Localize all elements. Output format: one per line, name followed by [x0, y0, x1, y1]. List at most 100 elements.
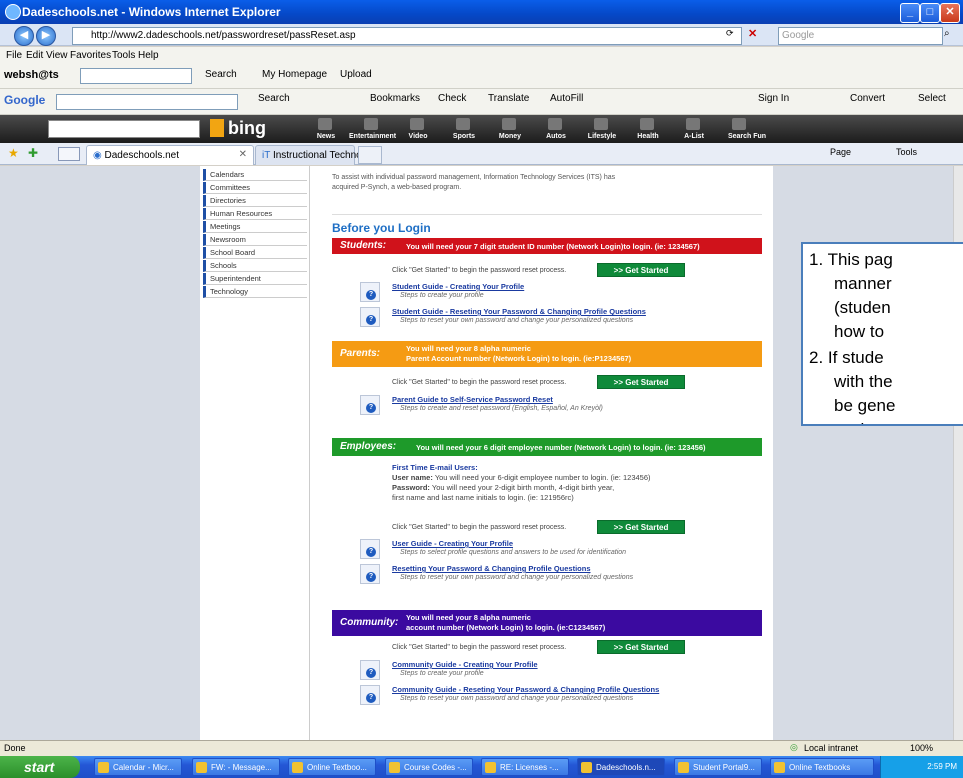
- bing-video[interactable]: Video: [395, 115, 441, 143]
- refresh-icon[interactable]: ⟳: [726, 28, 734, 39]
- menu-tools[interactable]: Tools: [112, 50, 135, 61]
- guide-document-icon: ?: [360, 685, 380, 705]
- nav-technology[interactable]: Technology: [203, 286, 307, 298]
- community-guide-reset-password-desc: Steps to reset your own password and cha…: [400, 695, 634, 702]
- bing-news[interactable]: News: [303, 115, 349, 143]
- first-time-email-heading: First Time E-mail Users:: [392, 463, 478, 472]
- task-fw-message[interactable]: FW: - Message...: [192, 758, 280, 776]
- menu-help[interactable]: Help: [138, 50, 159, 61]
- left-gutter: [0, 166, 200, 740]
- employees-get-started-button[interactable]: >> Get Started: [597, 520, 685, 534]
- menu-favorites[interactable]: Favorites: [70, 50, 111, 61]
- webshots-search-button[interactable]: Search: [205, 69, 237, 80]
- callout-line-8: assistan: [834, 420, 896, 424]
- address-bar[interactable]: http://www2.dadeschools.net/passwordrese…: [72, 27, 742, 45]
- students-get-started-note: Click "Get Started" to begin the passwor…: [392, 267, 567, 274]
- nav-calendars[interactable]: Calendars: [203, 169, 307, 181]
- community-get-started-button[interactable]: >> Get Started: [597, 640, 685, 654]
- forward-icon[interactable]: ▶: [36, 26, 56, 46]
- nav-directories[interactable]: Directories: [203, 195, 307, 207]
- nav-meetings[interactable]: Meetings: [203, 221, 307, 233]
- zoom-level[interactable]: 100%: [910, 743, 933, 753]
- parents-label: Parents:: [340, 348, 381, 359]
- menu-view[interactable]: View: [46, 50, 68, 61]
- start-button[interactable]: start: [0, 756, 80, 778]
- nav-newsroom[interactable]: Newsroom: [203, 234, 307, 246]
- callout-line-4: how to: [834, 322, 885, 341]
- bing-search-fun[interactable]: Search Fun: [717, 115, 777, 143]
- resetting-password-link[interactable]: Resetting Your Password & Changing Profi…: [392, 564, 591, 573]
- callout-line-3: (studen: [834, 298, 891, 317]
- check-button[interactable]: Check: [438, 93, 466, 104]
- callout-line-5: 2. If stude: [809, 348, 884, 367]
- task-online-textbook[interactable]: Online Textboo...: [288, 758, 376, 776]
- favorites-star-icon[interactable]: ★: [8, 146, 19, 160]
- task-re-licenses[interactable]: RE: Licenses -...: [481, 758, 569, 776]
- community-guide-reset-password-link[interactable]: Community Guide - Reseting Your Password…: [392, 685, 659, 694]
- user-guide-create-profile-link[interactable]: User Guide - Creating Your Profile: [392, 539, 513, 548]
- parents-get-started-button[interactable]: >> Get Started: [597, 375, 685, 389]
- task-dadeschools[interactable]: Dadeschools.n...: [577, 758, 665, 776]
- main-panel: To assist with individual password manag…: [310, 166, 773, 740]
- nav-schools[interactable]: Schools: [203, 260, 307, 272]
- task-student-portal[interactable]: Student Portal9...: [674, 758, 762, 776]
- window-title: Dadeschools.net - Windows Internet Explo…: [22, 5, 281, 19]
- community-guide-create-profile-link[interactable]: Community Guide - Creating Your Profile: [392, 660, 538, 669]
- bing-health[interactable]: Health: [625, 115, 671, 143]
- nav-superintendent[interactable]: Superintendent: [203, 273, 307, 285]
- minimize-button[interactable]: _: [900, 3, 920, 23]
- tab-instructional-technology[interactable]: iT Instructional Technology: [255, 145, 380, 165]
- menu-file[interactable]: File: [6, 50, 22, 61]
- google-search-input[interactable]: [56, 94, 238, 110]
- sign-in-button[interactable]: Sign In: [758, 93, 789, 104]
- menu-bar: File Edit View Favorites Tools Help: [0, 47, 963, 65]
- employees-get-started-note: Click "Get Started" to begin the passwor…: [392, 524, 567, 531]
- webshots-search-input[interactable]: [80, 68, 192, 84]
- parent-guide-link[interactable]: Parent Guide to Self-Service Password Re…: [392, 395, 553, 404]
- google-search-button[interactable]: Search: [258, 93, 290, 104]
- close-button[interactable]: ✕: [940, 3, 960, 23]
- task-course-codes[interactable]: Course Codes -...: [385, 758, 473, 776]
- convert-button[interactable]: Convert: [850, 93, 885, 104]
- autofill-button[interactable]: AutoFill: [550, 93, 583, 104]
- select-button[interactable]: Select: [918, 93, 946, 104]
- menu-edit[interactable]: Edit: [26, 50, 43, 61]
- bing-autos[interactable]: Autos: [533, 115, 579, 143]
- bookmarks-button[interactable]: Bookmarks: [370, 93, 420, 104]
- translate-button[interactable]: Translate: [488, 93, 529, 104]
- task-calendar[interactable]: Calendar - Micr...: [94, 758, 182, 776]
- students-get-started-button[interactable]: >> Get Started: [597, 263, 685, 277]
- tab-bar: ★ ✚ ◉ Dadeschools.net ✕ iT Instructional…: [0, 143, 963, 165]
- task-online-textbooks[interactable]: Online Textbooks: [770, 758, 874, 776]
- student-guide-create-profile-link[interactable]: Student Guide - Creating Your Profile: [392, 282, 524, 291]
- bing-sports[interactable]: Sports: [441, 115, 487, 143]
- students-header: Students: You will need your 7 digit stu…: [332, 238, 762, 254]
- bing-lifestyle[interactable]: Lifestyle: [579, 115, 625, 143]
- nav-committees[interactable]: Committees: [203, 182, 307, 194]
- bing-entertainment[interactable]: Entertainment: [349, 115, 396, 143]
- page-menu[interactable]: Page: [830, 147, 851, 157]
- close-tab-icon[interactable]: ✕: [239, 149, 247, 160]
- new-tab-button[interactable]: [358, 146, 382, 164]
- bing-a-list[interactable]: A-List: [671, 115, 717, 143]
- bing-search-input[interactable]: [48, 120, 200, 138]
- employees-header: Employees: You will need your 6 digit em…: [332, 438, 762, 456]
- add-favorite-icon[interactable]: ✚: [28, 146, 38, 160]
- student-guide-reset-password-link[interactable]: Student Guide - Reseting Your Password &…: [392, 307, 646, 316]
- my-homepage-button[interactable]: My Homepage: [262, 69, 327, 80]
- maximize-button[interactable]: □: [920, 3, 940, 23]
- it-tab-icon: iT: [262, 150, 273, 161]
- clock: 2:59 PM: [927, 762, 957, 771]
- search-input[interactable]: Google: [778, 27, 943, 45]
- tools-menu[interactable]: Tools: [896, 147, 917, 157]
- bing-money[interactable]: Money: [487, 115, 533, 143]
- nav-school-board[interactable]: School Board: [203, 247, 307, 259]
- quick-tabs-icon[interactable]: [58, 147, 80, 161]
- status-bar: Done ◎ Local intranet 100%: [0, 740, 963, 756]
- search-icon[interactable]: ⌕: [944, 28, 950, 39]
- upload-button[interactable]: Upload: [340, 69, 372, 80]
- back-icon[interactable]: ◀: [14, 26, 34, 46]
- stop-icon[interactable]: ✕: [748, 27, 757, 40]
- tab-dadeschools[interactable]: ◉ Dadeschools.net ✕: [86, 145, 254, 165]
- nav-human-resources[interactable]: Human Resources: [203, 208, 307, 220]
